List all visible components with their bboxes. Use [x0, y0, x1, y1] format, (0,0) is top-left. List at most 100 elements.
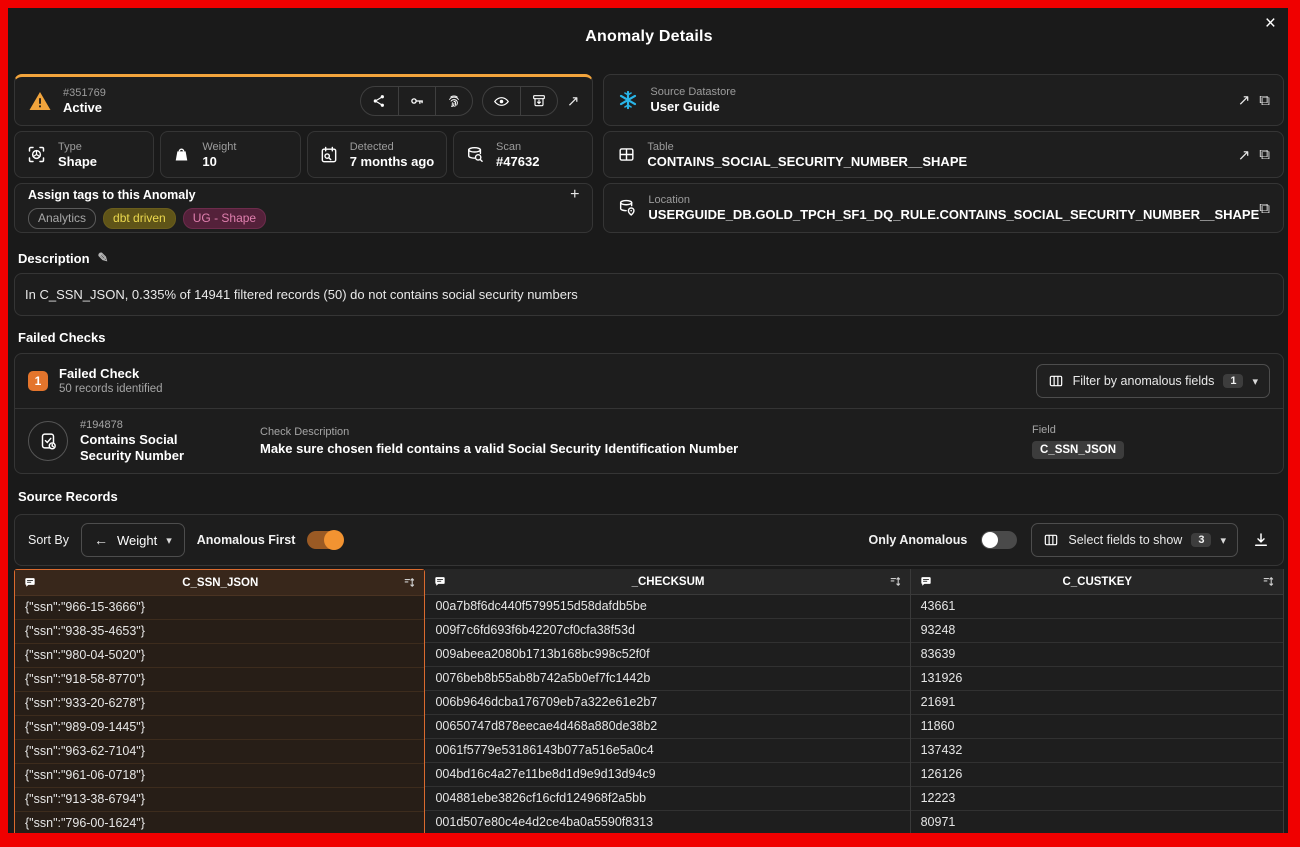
sort-icon[interactable]: [889, 575, 902, 588]
check-id: #194878: [80, 418, 232, 432]
share-icon[interactable]: [361, 87, 398, 115]
column-header[interactable]: _CHECKSUM: [425, 569, 909, 595]
open-table-icon[interactable]: ↗: [1238, 146, 1251, 164]
type-value: Shape: [58, 154, 97, 170]
meta-cards-row: Type Shape Weight 10: [14, 131, 593, 178]
field-value-chip: C_SSN_JSON: [1032, 441, 1124, 459]
only-anomalous-toggle[interactable]: [981, 531, 1017, 549]
table-cell: 83639: [911, 643, 1283, 667]
table-cell: 11860: [911, 715, 1283, 739]
edit-description-icon[interactable]: ✎: [98, 250, 109, 266]
sort-icon[interactable]: [403, 576, 416, 589]
source-datastore-card: Source Datastore User Guide ↗ ⧉: [603, 74, 1284, 126]
table-cell: {"ssn":"966-15-3666"}: [15, 596, 424, 620]
tags-card: Assign tags to this Anomaly + Analytics …: [14, 183, 593, 233]
table-cell: 80971: [911, 811, 1283, 835]
table-cell: 12223: [911, 787, 1283, 811]
failed-checks-heading: Failed Checks: [18, 330, 1280, 345]
select-fields-label: Select fields to show: [1068, 533, 1182, 547]
column-header[interactable]: C_SSN_JSON: [15, 570, 424, 596]
fingerprint-icon[interactable]: [435, 87, 472, 115]
comment-icon: [23, 576, 37, 590]
table-cell: 006b9646dcba176709eb7a322e61e2b7: [425, 691, 909, 715]
column-header[interactable]: C_CUSTKEY: [911, 569, 1283, 595]
scan-label: Scan: [496, 140, 539, 154]
failed-checks-panel: 1 Failed Check 50 records identified Fil…: [14, 353, 1284, 474]
download-icon[interactable]: [1252, 531, 1270, 549]
close-icon[interactable]: ×: [1265, 14, 1276, 33]
add-tag-icon[interactable]: +: [570, 187, 579, 203]
weight-card: Weight 10: [160, 131, 300, 178]
filter-anomalous-fields-dropdown[interactable]: Filter by anomalous fields 1 ▾: [1036, 364, 1270, 398]
scan-value: #47632: [496, 154, 539, 170]
failed-check-row[interactable]: #194878 Contains Social Security Number …: [15, 409, 1283, 473]
status-actions-group-1: [360, 86, 473, 116]
filter-dropdown-badge: 1: [1223, 374, 1243, 388]
table-cell: 21691: [911, 691, 1283, 715]
table-column: C_SSN_JSON {"ssn":"966-15-3666"} {"ssn":"9…: [14, 569, 425, 837]
description-box: In C_SSN_JSON, 0.335% of 14941 filtered …: [14, 273, 1284, 316]
snowflake-icon: [617, 89, 639, 111]
table-cell: {"ssn":"963-62-7104"}: [15, 740, 424, 764]
archive-icon[interactable]: [520, 87, 557, 115]
table-cell: {"ssn":"918-58-8770"}: [15, 668, 424, 692]
table-cell: {"ssn":"961-06-0718"}: [15, 764, 424, 788]
table-column: C_CUSTKEY4366193248836391319262169111860…: [911, 569, 1284, 835]
anomaly-status: Active: [63, 100, 106, 116]
table-cell: 009f7c6fd693f6b42207cf0cfa38f53d: [425, 619, 909, 643]
table-cell: 001d507e80c4e4d2ce4ba0a5590f8313: [425, 811, 909, 835]
eye-icon[interactable]: [483, 87, 520, 115]
open-anomaly-icon[interactable]: ↗: [567, 92, 580, 110]
table-cell: {"ssn":"913-38-6794"}: [15, 788, 424, 812]
scan-icon: [465, 145, 485, 165]
table-cell: 93248: [911, 619, 1283, 643]
anomalous-first-label: Anomalous First: [197, 533, 296, 547]
copy-table-icon[interactable]: ⧉: [1259, 146, 1270, 163]
chevron-down-icon: ▾: [1220, 534, 1226, 547]
table-cell: 43661: [911, 595, 1283, 619]
sort-dropdown[interactable]: ← Weight ▾: [81, 523, 185, 557]
table-cell: 126126: [911, 763, 1283, 787]
table-cell: 004881ebe3826cf16cfd124968f2a5bb: [425, 787, 909, 811]
anomalous-first-toggle[interactable]: [307, 531, 343, 549]
table-cell: {"ssn":"989-09-1445"}: [15, 716, 424, 740]
shape-type-icon: [26, 144, 47, 165]
table-card: Table CONTAINS_SOCIAL_SECURITY_NUMBER__S…: [603, 131, 1284, 178]
source-datastore-label: Source Datastore: [650, 85, 736, 99]
table-column: _CHECKSUM00a7b8f6dc440f5799515d58dafdb5b…: [425, 569, 910, 835]
description-title: Description: [18, 251, 90, 266]
toggle-knob: [324, 530, 344, 550]
copy-datastore-icon[interactable]: ⧉: [1259, 92, 1270, 109]
open-datastore-icon[interactable]: ↗: [1238, 91, 1251, 109]
sort-icon[interactable]: [1262, 575, 1275, 588]
records-table: C_SSN_JSON {"ssn":"966-15-3666"} {"ssn":"9…: [14, 569, 1284, 837]
description-text: In C_SSN_JSON, 0.335% of 14941 filtered …: [25, 287, 578, 302]
tag-analytics[interactable]: Analytics: [28, 208, 96, 229]
warning-icon: [28, 89, 52, 113]
detected-label: Detected: [350, 140, 435, 154]
table-cell: 137432: [911, 739, 1283, 763]
column-name: _CHECKSUM: [453, 576, 882, 588]
comment-icon: [919, 575, 933, 589]
table-cell: 0076beb8b55ab8b742a5b0ef7fc1442b: [425, 667, 909, 691]
tag-ug-shape[interactable]: UG - Shape: [183, 208, 266, 229]
tag-dbt-driven[interactable]: dbt driven: [103, 208, 176, 229]
table-cell: {"ssn":"796-00-1624"}: [15, 812, 424, 836]
check-description-text: Make sure chosen field contains a valid …: [260, 440, 738, 457]
source-datastore-value: User Guide: [650, 99, 736, 115]
anomaly-details-modal: Anomaly Details × #351769 Active: [0, 0, 1300, 847]
filter-dropdown-label: Filter by anomalous fields: [1073, 374, 1215, 388]
table-cell: 131926: [911, 667, 1283, 691]
location-value: USERGUIDE_DB.GOLD_TPCH_SF1_DQ_RULE.CONTA…: [648, 207, 1259, 223]
description-heading: Description ✎: [18, 250, 1280, 266]
key-icon[interactable]: [398, 87, 435, 115]
copy-location-icon[interactable]: ⧉: [1259, 200, 1270, 217]
weight-value: 10: [202, 154, 236, 170]
column-name: C_SSN_JSON: [43, 577, 397, 589]
detected-value: 7 months ago: [350, 154, 435, 170]
check-type-icon: [28, 421, 68, 461]
select-fields-dropdown[interactable]: Select fields to show 3 ▾: [1031, 523, 1238, 557]
table-cell: 00650747d878eecae4d468a880de38b2: [425, 715, 909, 739]
sort-direction-icon: ←: [94, 532, 108, 548]
location-card: Location USERGUIDE_DB.GOLD_TPCH_SF1_DQ_R…: [603, 183, 1284, 233]
